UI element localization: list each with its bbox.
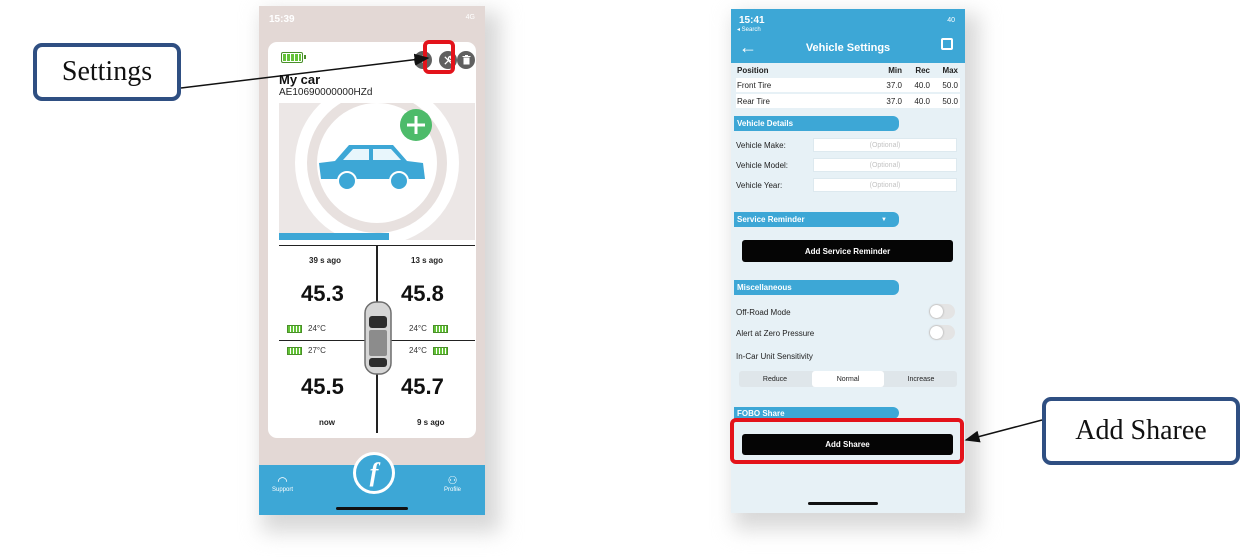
table-row[interactable]: Rear Tire 37.0 40.0 50.0 [736,94,960,108]
add-sharee-callout: Add Sharee [1042,397,1240,465]
pressure-table-header: Position Min Rec Max [736,63,960,77]
tab-support[interactable]: ◠ Support [272,475,293,493]
trash-icon [462,55,470,65]
section-vehicle-details: Vehicle Details [734,116,899,131]
tire-rl-temp-row: 27°C [287,346,326,355]
tab-profile[interactable]: ⚇ Profile [444,475,461,493]
tire-rr-temp-row: 24°C [409,346,448,355]
nav-header: 15:41 ◂ Search 40 ← Vehicle Settings [731,9,965,63]
col-rec: Rec [915,65,930,75]
vehicle-year-input[interactable]: (Optional) [813,178,957,192]
vehicle-year-label: Vehicle Year: [736,181,783,190]
tire-grid: 39 s ago 45.3 24°C 13 s ago 45.8 24°C 27… [279,245,475,433]
section-service-reminder-label: Service Reminder [737,215,805,224]
segment-increase[interactable]: Increase [885,371,957,387]
vehicle-model-input[interactable]: (Optional) [813,158,957,172]
segment-reduce[interactable]: Reduce [739,371,811,387]
headset-icon: ◠ [277,474,288,488]
tire-rl-time: now [319,418,335,427]
tire-rr-pressure: 45.7 [401,374,444,399]
tire-rl-pressure: 45.5 [301,374,344,399]
section-service-reminder[interactable]: Service Reminder ▼ [734,212,899,227]
vehicle-model-label: Vehicle Model: [736,161,789,170]
sensor-battery-icon [432,324,448,333]
tire-fr-time: 13 s ago [411,256,444,265]
car-illustration [279,103,459,240]
tire-rr-time: 9 s ago [417,418,445,427]
car-topview-icon [364,301,392,375]
sensor-battery-icon [287,346,302,355]
vehicle-name: My car [279,72,321,87]
alert-zero-toggle[interactable] [929,325,955,340]
off-road-toggle[interactable] [929,304,955,319]
home-indicator [808,502,878,505]
section-miscellaneous: Miscellaneous [734,280,899,295]
tire-fl-temp-row: 24°C [287,324,326,333]
row-rec: 40.0 [914,80,930,90]
status-time: 15:41 [739,15,765,26]
sensitivity-segmented-control: Reduce Normal Increase [739,371,957,387]
chevron-down-icon: ▼ [881,216,887,223]
add-sharee-highlight [730,418,964,464]
callout-arrows [180,53,1043,443]
row-min: 37.0 [886,80,902,90]
vehicle-image[interactable] [279,103,475,240]
tire-fl-time: 39 s ago [309,256,342,265]
row-max: 50.0 [942,96,958,106]
row-rec: 40.0 [914,96,930,106]
page-title: Vehicle Settings [805,42,891,54]
home-indicator [336,507,408,510]
vehicle-make-input[interactable]: (Optional) [813,138,957,152]
row-position: Front Tire [737,80,772,90]
vehicle-card[interactable]: i My car AE10690000000HZd 39 s ago 45.3 … [268,42,476,438]
off-road-label: Off-Road Mode [736,308,791,317]
tire-fr-pressure: 45.8 [401,281,444,306]
vehicle-make-label: Vehicle Make: [736,141,786,150]
tab-profile-label: Profile [444,487,462,493]
segment-normal[interactable]: Normal [812,371,884,387]
save-icon[interactable] [941,38,953,50]
row-max: 50.0 [942,80,958,90]
tire-fr-temp: 24°C [409,324,427,333]
tire-fr-temp-row: 24°C [409,324,448,333]
person-icon: ⚇ [447,475,458,487]
tire-rr-temp: 24°C [409,346,427,355]
add-service-reminder-button[interactable]: Add Service Reminder [742,240,953,262]
row-position: Rear Tire [737,96,770,106]
alert-zero-label: Alert at Zero Pressure [736,329,815,338]
row-min: 37.0 [886,96,902,106]
tire-rl-temp: 27°C [308,346,326,355]
sensitivity-label: In-Car Unit Sensitivity [736,352,813,361]
tire-fl-temp: 24°C [308,324,326,333]
table-row[interactable]: Front Tire 37.0 40.0 50.0 [736,78,960,92]
delete-button[interactable] [457,51,475,69]
col-min: Min [888,65,902,75]
settings-callout: Settings [33,43,181,101]
tire-fl-pressure: 45.3 [301,281,344,306]
status-time: 15:39 [269,14,295,25]
status-signal: 40 [947,17,955,24]
settings-highlight [423,40,455,74]
sensor-battery-icon [432,346,448,355]
status-back-search[interactable]: ◂ Search [737,26,761,33]
battery-icon [281,52,306,63]
sensor-battery-icon [287,324,302,333]
home-screen: 15:39 4G i My car AE10690000000HZd 39 s … [259,6,485,515]
tab-support-label: Support [272,487,294,493]
status-signal: 4G [465,14,475,21]
vehicle-id: AE10690000000HZd [279,87,373,98]
col-position: Position [737,65,769,75]
fobo-logo-button[interactable]: f [353,452,395,494]
col-max: Max [942,65,958,75]
